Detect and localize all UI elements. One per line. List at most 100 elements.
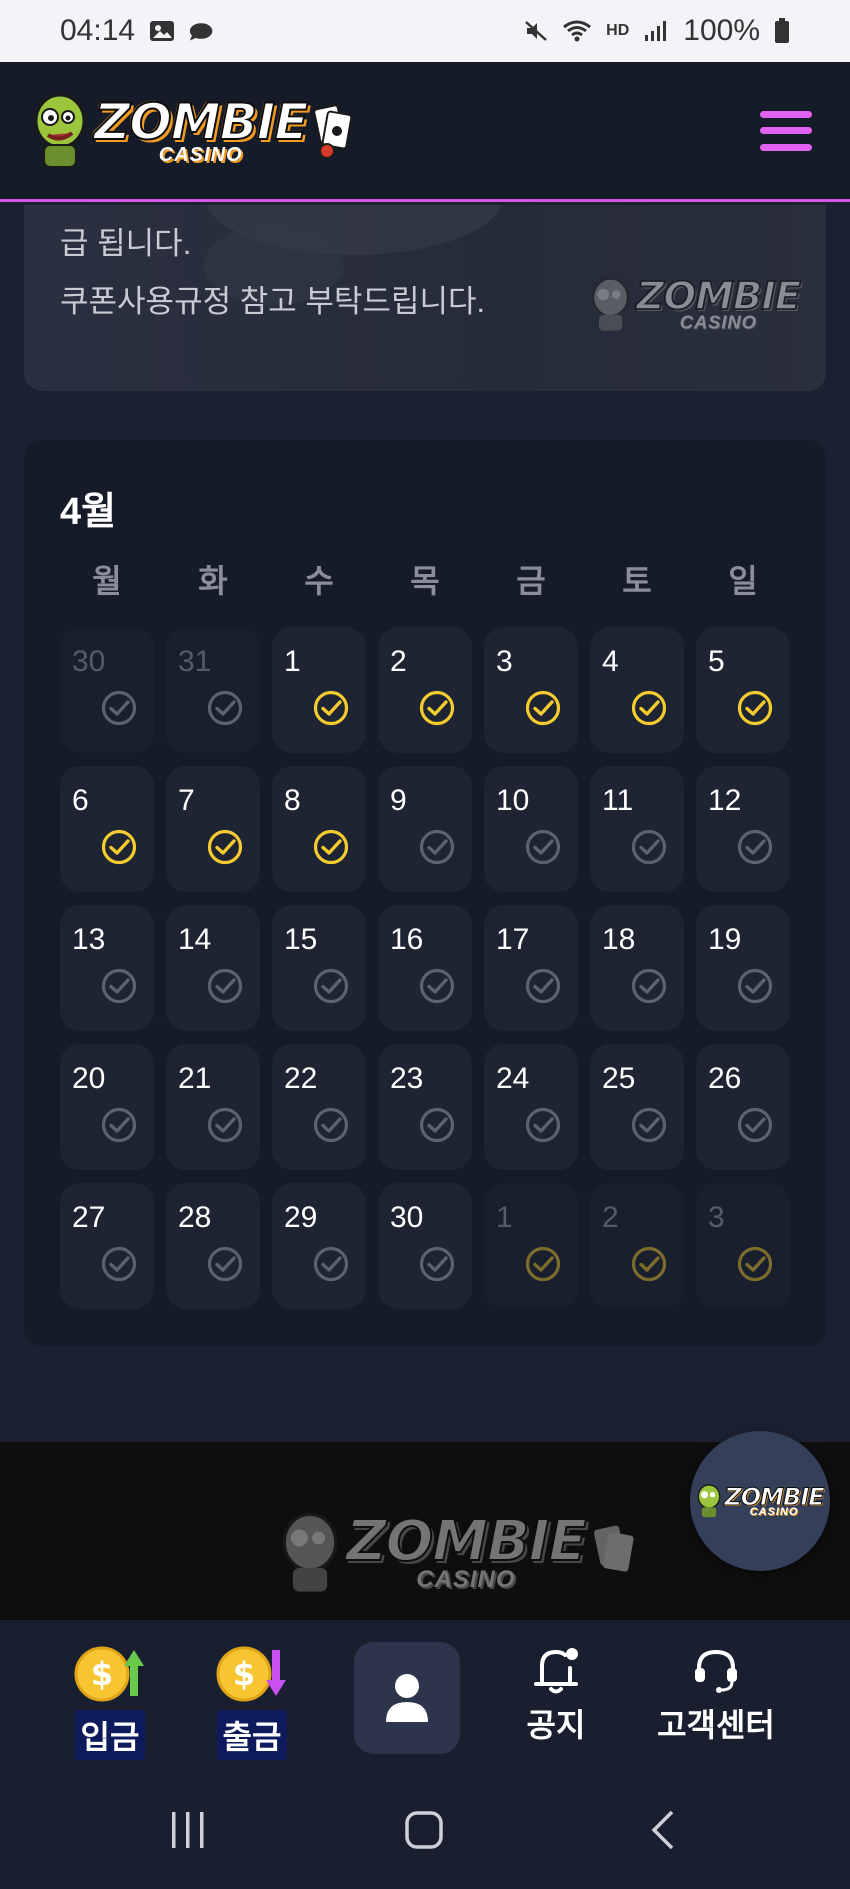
calendar-day[interactable]: 2: [590, 1183, 684, 1309]
calendar-day[interactable]: 23: [378, 1044, 472, 1170]
logo-main-text: ZOMBIE: [93, 92, 309, 151]
month-title: 4월: [60, 491, 117, 533]
floating-logo-button[interactable]: ZOMBIE CASINO: [690, 1431, 830, 1571]
calendar-day[interactable]: 8: [272, 766, 366, 892]
site-logo[interactable]: ZOMBIE CASINO: [32, 93, 353, 169]
calendar-day[interactable]: 7: [166, 766, 260, 892]
calendar-day[interactable]: 31: [166, 627, 260, 753]
calendar-day[interactable]: 12: [696, 766, 790, 892]
mute-icon: [525, 21, 547, 41]
calendar-day[interactable]: 1: [272, 627, 366, 753]
calendar-day[interactable]: 14: [166, 905, 260, 1031]
calendar-day[interactable]: 27: [60, 1183, 154, 1309]
calendar-day-number: 10: [496, 784, 530, 817]
calendar-day[interactable]: 30: [60, 627, 154, 753]
calendar-day-number: 2: [602, 1201, 619, 1234]
calendar-day[interactable]: 13: [60, 905, 154, 1031]
user-icon: [386, 1674, 428, 1722]
nav-support[interactable]: 고객센터: [646, 1620, 786, 1772]
calendar-day[interactable]: 24: [484, 1044, 578, 1170]
zombie-mascot-icon: [282, 1512, 338, 1592]
home-icon[interactable]: [404, 1810, 444, 1850]
calendar-day[interactable]: 11: [590, 766, 684, 892]
logo-sub-text: CASINO: [158, 143, 243, 166]
nav-withdraw-label: 출금: [216, 1710, 288, 1760]
playing-cards-icon: [593, 1525, 634, 1572]
calendar-day[interactable]: 21: [166, 1044, 260, 1170]
nav-deposit[interactable]: $ 입금: [68, 1620, 152, 1772]
coin-up-icon: $: [74, 1646, 144, 1702]
svg-text:$: $: [91, 1655, 113, 1693]
check-circle-icon: [207, 968, 243, 1004]
footer-logo-main: ZOMBIE: [345, 1509, 588, 1574]
check-circle-icon: [313, 1107, 349, 1143]
calendar-day[interactable]: 1: [484, 1183, 578, 1309]
hamburger-bar: [760, 110, 812, 118]
check-circle-icon: [737, 968, 773, 1004]
calendar-day[interactable]: 18: [590, 905, 684, 1031]
fab-logo: ZOMBIE CASINO: [696, 1484, 825, 1518]
calendar-day-number: 30: [390, 1201, 424, 1234]
nav-deposit-label: 입금: [74, 1710, 146, 1760]
calendar-day[interactable]: 20: [60, 1044, 154, 1170]
banner-logo-main: ZOMBIE: [635, 273, 802, 319]
nav-notice-label: 공지: [526, 1707, 586, 1743]
calendar-day[interactable]: 10: [484, 766, 578, 892]
calendar-day[interactable]: 17: [484, 905, 578, 1031]
check-circle-icon: [207, 1246, 243, 1282]
calendar-day-number: 9: [390, 784, 407, 817]
calendar-day[interactable]: 29: [272, 1183, 366, 1309]
nav-notice[interactable]: 공지: [512, 1620, 600, 1772]
check-circle-icon: [631, 1107, 667, 1143]
calendar-day[interactable]: 9: [378, 766, 472, 892]
recent-apps-icon[interactable]: [168, 1810, 208, 1850]
weekday-label: 월: [92, 563, 122, 599]
calendar-day[interactable]: 16: [378, 905, 472, 1031]
calendar-day[interactable]: 26: [696, 1044, 790, 1170]
weekday-label: 화: [198, 563, 228, 599]
app-header: ZOMBIE CASINO: [0, 62, 850, 202]
check-circle-checked-icon: [631, 690, 667, 726]
check-circle-checked-icon: [207, 829, 243, 865]
zombie-mascot-icon: [697, 1484, 721, 1518]
calendar-day[interactable]: 2: [378, 627, 472, 753]
calendar-day[interactable]: 15: [272, 905, 366, 1031]
check-circle-icon: [207, 690, 243, 726]
status-right: HD 100%: [524, 14, 790, 48]
check-circle-checked-icon: [313, 690, 349, 726]
calendar-day-number: 1: [496, 1201, 513, 1234]
nav-withdraw[interactable]: $ 출금: [210, 1620, 294, 1772]
calendar-day-number: 4: [602, 645, 619, 678]
hamburger-bar: [760, 143, 812, 151]
status-time: 04:14: [60, 14, 136, 47]
calendar-day[interactable]: 3: [696, 1183, 790, 1309]
image-icon: [150, 21, 175, 41]
zombie-mascot-icon: [34, 93, 86, 168]
check-circle-icon: [313, 1246, 349, 1282]
banner-text: 급 됩니다. 쿠폰사용규정 참고 부탁드립니다.: [60, 215, 485, 331]
calendar-day-number: 17: [496, 923, 530, 956]
check-circle-checked-icon: [737, 690, 773, 726]
banner-logo-wordmark: ZOMBIE CASINO: [635, 273, 802, 333]
calendar-day-number: 15: [284, 923, 318, 956]
calendar-day-number: 24: [496, 1062, 530, 1095]
nav-profile-button[interactable]: [354, 1642, 460, 1754]
hamburger-icon[interactable]: [760, 110, 812, 151]
calendar-day[interactable]: 19: [696, 905, 790, 1031]
calendar-day[interactable]: 4: [590, 627, 684, 753]
calendar-day[interactable]: 30: [378, 1183, 472, 1309]
calendar-day[interactable]: 22: [272, 1044, 366, 1170]
back-icon[interactable]: [648, 1810, 678, 1850]
check-circle-checked-icon: [525, 690, 561, 726]
calendar-day[interactable]: 6: [60, 766, 154, 892]
headset-icon: [695, 1649, 737, 1693]
calendar-day[interactable]: 3: [484, 627, 578, 753]
coin-down-icon: $: [216, 1646, 286, 1702]
calendar-day[interactable]: 5: [696, 627, 790, 753]
weekday-label: 금: [516, 563, 546, 599]
hamburger-bar: [760, 127, 812, 134]
check-circle-icon: [631, 829, 667, 865]
calendar-day[interactable]: 25: [590, 1044, 684, 1170]
battery-percent: 100%: [683, 14, 760, 47]
calendar-day[interactable]: 28: [166, 1183, 260, 1309]
